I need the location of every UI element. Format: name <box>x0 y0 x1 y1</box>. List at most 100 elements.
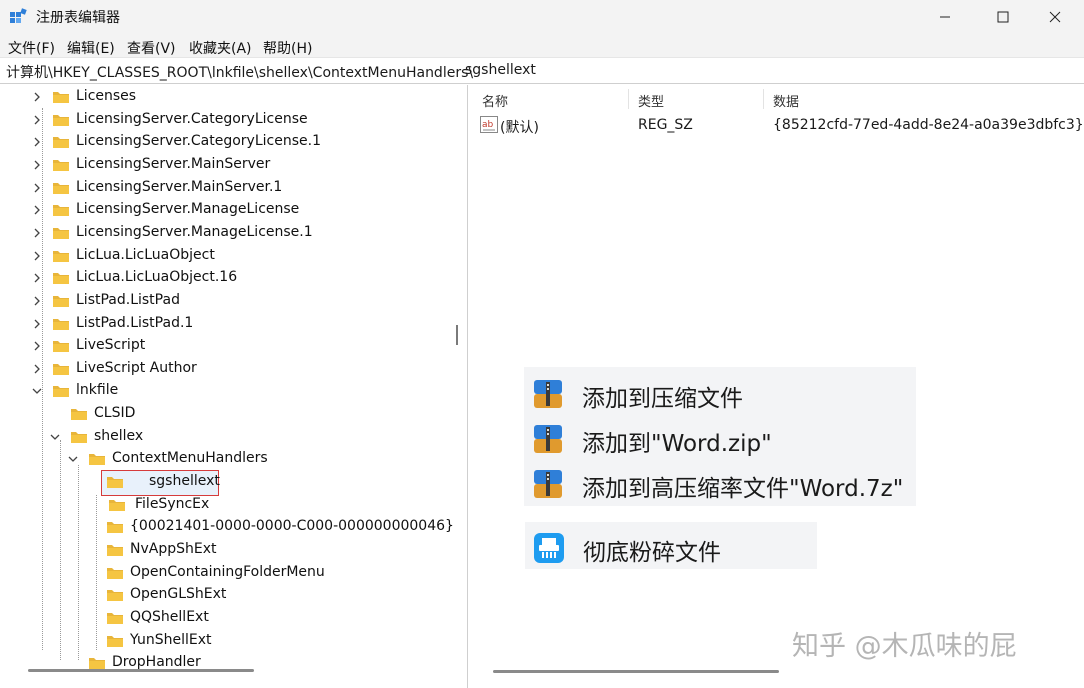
menu-bar: 文件(F) 编辑(E) 查看(V) 收藏夹(A) 帮助(H) <box>0 34 1084 58</box>
tree-node-label: DropHandler <box>112 654 201 671</box>
folder-icon <box>53 227 69 239</box>
tree-node-label: LicensingServer.CategoryLicense <box>76 110 308 127</box>
value-name: (默认) <box>500 120 539 136</box>
column-divider[interactable] <box>628 89 629 109</box>
folder-icon <box>109 499 125 511</box>
folder-icon <box>71 409 87 421</box>
chevron-right-icon[interactable] <box>31 114 43 126</box>
chevron-right-icon[interactable] <box>31 91 43 103</box>
menu-favorites[interactable]: 收藏夹(A) <box>189 38 252 58</box>
folder-icon <box>107 612 123 624</box>
tree-node-label: NvAppShExt <box>130 541 217 557</box>
address-path[interactable]: 计算机\HKEY_CLASSES_ROOT\lnkfile\shellex\Co… <box>6 62 473 82</box>
close-button[interactable] <box>1030 0 1080 34</box>
tree-node-label: ContextMenuHandlers <box>112 450 268 467</box>
menu-add-to-archive[interactable]: 添加到压缩文件 <box>524 370 916 414</box>
tree-node[interactable]: LicensingServer.ManageLicense.1 <box>0 222 460 244</box>
tree-node[interactable]: ContextMenuHandlers <box>0 448 460 470</box>
menu-view[interactable]: 查看(V) <box>127 38 176 58</box>
folder-icon <box>107 635 123 647</box>
menu-help[interactable]: 帮助(H) <box>263 38 312 58</box>
chevron-right-icon[interactable] <box>31 227 43 239</box>
chevron-right-icon[interactable] <box>31 363 43 375</box>
address-bar[interactable]: 计算机\HKEY_CLASSES_ROOT\lnkfile\shellex\Co… <box>0 58 1084 84</box>
compress-menu-panel: 添加到压缩文件 添加到"Word.zip" 添加到高压缩率文件"Word.7z" <box>524 367 916 506</box>
address-current-key[interactable]: sgshellext <box>465 62 536 78</box>
column-header-type[interactable]: 类型 <box>638 91 664 110</box>
folder-icon <box>53 114 69 126</box>
chevron-right-icon[interactable] <box>31 295 43 307</box>
column-header-name[interactable]: 名称 <box>482 91 508 110</box>
tree-node[interactable]: OpenGLShExt <box>0 584 460 606</box>
tree-node[interactable]: LicensingServer.CategoryLicense <box>0 109 460 131</box>
tree-node[interactable]: {00021401-0000-0000-C000-000000000046} <box>0 516 460 538</box>
menu-edit[interactable]: 编辑(E) <box>67 38 115 58</box>
maximize-icon <box>997 11 1009 23</box>
menu-add-to-7z[interactable]: 添加到高压缩率文件"Word.7z" <box>524 460 916 504</box>
tree-node-label: LicensingServer.ManageLicense <box>76 201 300 218</box>
tree-node[interactable]: OpenContainingFolderMenu <box>0 562 460 584</box>
chevron-right-icon[interactable] <box>31 340 43 352</box>
folder-icon <box>53 182 69 194</box>
svg-text:ab: ab <box>482 120 494 130</box>
tree-node[interactable]: LicensingServer.MainServer <box>0 154 460 176</box>
minimize-icon <box>940 16 950 18</box>
tree-node[interactable]: lnkfile <box>0 380 460 402</box>
tree-node[interactable]: LicLua.LicLuaObject <box>0 245 460 267</box>
chevron-right-icon[interactable] <box>31 250 43 262</box>
tree-node-label: CLSID <box>94 405 136 422</box>
tree-node[interactable]: LicensingServer.ManageLicense <box>0 199 460 221</box>
menu-label: 添加到压缩文件 <box>582 386 743 412</box>
folder-icon <box>107 567 123 579</box>
tree-horizontal-scrollbar[interactable] <box>28 669 254 672</box>
archive-icon <box>534 470 562 498</box>
tree-node[interactable]: ListPad.ListPad <box>0 290 460 312</box>
tree-node[interactable]: NvAppShExt <box>0 539 460 561</box>
tree-node[interactable]: YunShellExt <box>0 630 460 652</box>
tree-node[interactable]: QQShellExt <box>0 607 460 629</box>
values-horizontal-scrollbar[interactable] <box>493 670 779 673</box>
chevron-right-icon[interactable] <box>31 272 43 284</box>
tree-node[interactable]: LicensingServer.MainServer.1 <box>0 177 460 199</box>
folder-icon <box>53 159 69 171</box>
tree-node[interactable]: Licenses <box>0 86 460 108</box>
tree-node[interactable]: FileSyncEx <box>0 494 460 516</box>
value-row[interactable]: ab (默认) REG_SZ {85212cfd-77ed-4add-8e24-… <box>473 113 1084 137</box>
tree-node[interactable]: CLSID <box>0 403 460 425</box>
chevron-right-icon[interactable] <box>31 159 43 171</box>
chevron-down-icon[interactable] <box>31 385 43 397</box>
tree-node[interactable]: LicLua.LicLuaObject.16 <box>0 267 460 289</box>
folder-icon <box>89 454 105 466</box>
chevron-down-icon[interactable] <box>67 453 79 465</box>
chevron-right-icon[interactable] <box>31 182 43 194</box>
menu-label: 添加到高压缩率文件"Word.7z" <box>582 476 904 502</box>
tree-node[interactable]: LiveScript <box>0 335 460 357</box>
tree-node[interactable]: LicensingServer.CategoryLicense.1 <box>0 131 460 153</box>
tree-node-label: shellex <box>94 427 144 444</box>
title-bar: 注册表编辑器 <box>0 0 1084 34</box>
pane-splitter[interactable] <box>456 325 458 345</box>
menu-file[interactable]: 文件(F) <box>8 38 55 58</box>
tree-node-label: OpenContainingFolderMenu <box>130 563 325 580</box>
tree-node[interactable]: sgshellext <box>0 471 460 493</box>
folder-icon <box>53 341 69 353</box>
minimize-button[interactable] <box>920 0 970 34</box>
tree-node-label: FileSyncEx <box>135 495 210 512</box>
menu-shred-file[interactable]: 彻底粉碎文件 <box>525 524 817 568</box>
column-divider[interactable] <box>763 89 764 109</box>
registry-editor-icon <box>10 8 27 23</box>
tree-node[interactable]: LiveScript Author <box>0 358 460 380</box>
tree-node-label: ListPad.ListPad.1 <box>76 314 194 331</box>
tree-node[interactable]: ListPad.ListPad.1 <box>0 313 460 335</box>
chevron-down-icon[interactable] <box>49 431 61 443</box>
chevron-right-icon[interactable] <box>31 318 43 330</box>
string-value-icon: ab <box>480 116 498 133</box>
chevron-right-icon[interactable] <box>31 204 43 216</box>
tree-node-label: LiveScript Author <box>76 359 197 376</box>
menu-add-to-zip[interactable]: 添加到"Word.zip" <box>524 415 916 459</box>
column-header-data[interactable]: 数据 <box>773 91 799 110</box>
tree-node[interactable]: shellex <box>0 426 460 448</box>
chevron-right-icon[interactable] <box>31 136 43 148</box>
maximize-button[interactable] <box>978 0 1028 34</box>
folder-icon <box>53 363 69 375</box>
